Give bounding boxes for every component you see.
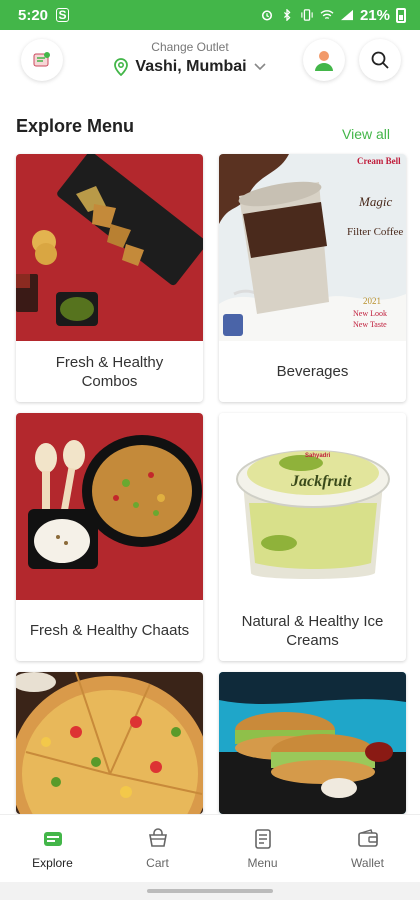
cart-icon <box>148 827 167 847</box>
nav-label: Menu <box>247 855 278 870</box>
category-label: Natural & Healthy Ice Creams <box>241 612 384 649</box>
category-card-combos[interactable]: Fresh & Healthy Combos <box>16 154 203 402</box>
category-card-beverages[interactable]: Cream Bell Magic Filter Coffee 2021 New … <box>219 154 406 402</box>
promo-year: 2021 <box>363 296 381 306</box>
nav-wallet[interactable]: Wallet <box>315 815 420 882</box>
menu-icon <box>254 828 271 849</box>
nav-explore[interactable]: Explore <box>0 815 105 882</box>
brand-logo-button[interactable] <box>21 39 63 81</box>
outlet-label: Change Outlet <box>151 40 229 54</box>
promo-line1: Magic <box>359 194 393 209</box>
chaat-bowl-image <box>16 413 203 600</box>
nav-menu[interactable]: Menu <box>210 815 315 882</box>
category-card-ice-creams[interactable]: Sahyadri Jackfruit Natural & Healthy Ice… <box>219 413 406 661</box>
promo-line2: Filter Coffee <box>347 226 404 238</box>
category-card-sandwich[interactable] <box>219 672 406 814</box>
section-title: Explore Menu <box>16 116 135 136</box>
view-all-link[interactable]: View all <box>342 126 390 142</box>
promo-brand: Cream Bell <box>357 156 401 166</box>
app-notification-icon: S <box>56 8 70 22</box>
gesture-handle[interactable] <box>147 889 273 893</box>
category-label: Fresh & Healthy Chaats <box>29 622 190 639</box>
category-label: Beverages <box>276 363 349 380</box>
promo-tag1: New Look <box>353 309 387 318</box>
battery-icon <box>396 7 406 23</box>
wifi-icon <box>320 10 334 20</box>
jackfruit-ice-cream-tub-image: Sahyadri Jackfruit <box>219 413 406 600</box>
app-header: Change Outlet Vashi, Mumbai <box>0 30 420 92</box>
outlet-name: Vashi, Mumbai <box>135 58 247 75</box>
cold-coffee-cup-image: Cream Bell Magic Filter Coffee 2021 New … <box>219 154 406 341</box>
category-card-chaats[interactable]: Fresh & Healthy Chaats <box>16 413 203 661</box>
category-card-pizza[interactable] <box>16 672 203 814</box>
location-pin-icon <box>114 58 129 76</box>
combo-platter-image <box>16 154 203 341</box>
sandwich-image <box>219 672 406 814</box>
brand-logo-icon <box>33 52 50 67</box>
pizza-image <box>16 672 203 814</box>
user-avatar-icon <box>315 51 333 71</box>
bluetooth-icon <box>283 9 291 21</box>
search-icon <box>371 51 389 69</box>
profile-button[interactable] <box>303 39 345 81</box>
signal-icon <box>340 9 353 21</box>
status-icons: 21% <box>260 7 406 24</box>
category-label: Fresh & Healthy Combos <box>55 353 164 390</box>
nav-label: Explore <box>32 855 73 870</box>
battery-percent: 21% <box>359 6 390 24</box>
tub-brand: Sahyadri <box>305 453 331 459</box>
nav-label: Wallet <box>351 855 384 870</box>
chevron-down-icon[interactable] <box>253 62 267 72</box>
bottom-navigation: Explore Cart Menu Wallet <box>0 814 420 882</box>
explore-icon <box>43 831 62 846</box>
status-bar: 5:20 S 21% <box>0 0 420 30</box>
search-button[interactable] <box>359 39 401 81</box>
nav-cart[interactable]: Cart <box>105 815 210 882</box>
vibrate-icon <box>301 9 313 21</box>
status-time: 5:20 <box>18 6 49 24</box>
wallet-icon <box>357 828 378 847</box>
outlet-selector[interactable]: Change Outlet Vashi, Mumbai <box>100 40 280 76</box>
alarm-icon <box>261 10 273 21</box>
promo-tag2: New Taste <box>353 320 387 329</box>
nav-label: Cart <box>146 855 169 870</box>
tub-flavor: Jackfruit <box>291 473 352 490</box>
